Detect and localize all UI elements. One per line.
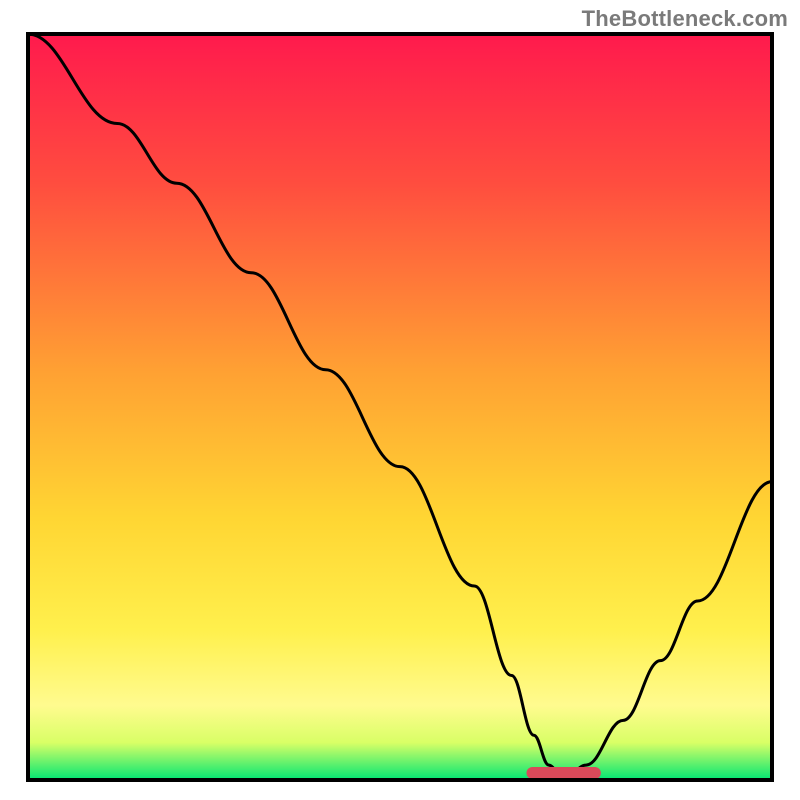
bottleneck-chart: [0, 0, 800, 800]
chart-stage: TheBottleneck.com: [0, 0, 800, 800]
optimal-range-marker: [526, 767, 600, 779]
gradient-background: [28, 34, 772, 780]
